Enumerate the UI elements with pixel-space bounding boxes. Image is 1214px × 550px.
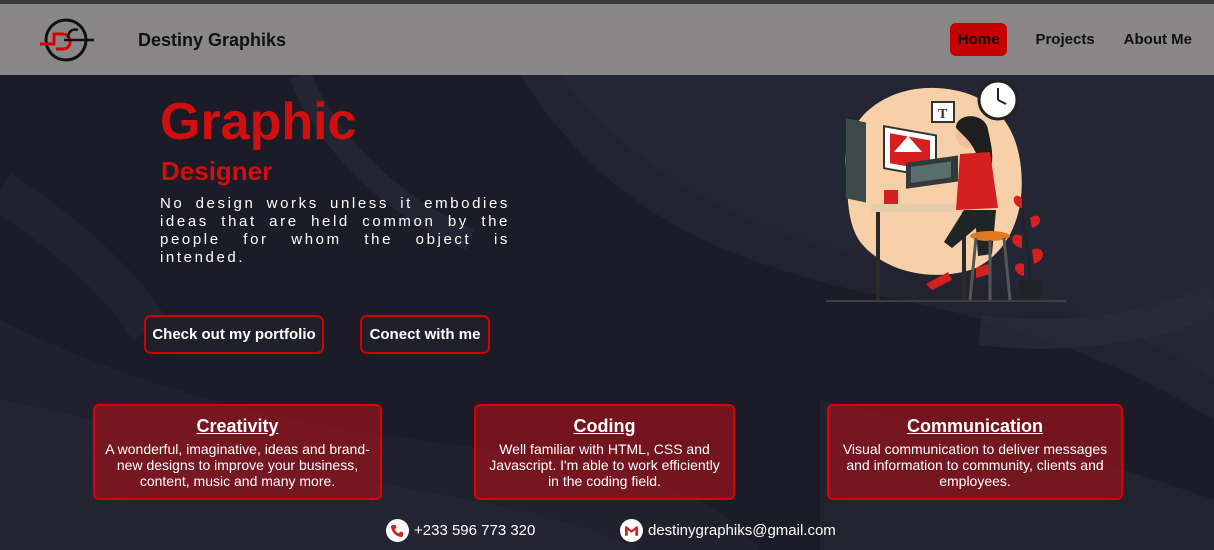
phone-icon: [386, 519, 409, 542]
phone-number: +233 596 773 320: [414, 522, 536, 539]
navbar: Destiny Graphiks Home Projects About Me: [0, 4, 1214, 75]
contact-email[interactable]: destinygraphiks@gmail.com: [620, 519, 836, 542]
dg-logo-icon[interactable]: [36, 16, 100, 64]
card-title: Creativity: [196, 416, 279, 436]
connect-button[interactable]: Conect with me: [360, 315, 490, 354]
card-text: Visual communication to deliver messages…: [842, 441, 1108, 489]
hero-quote: No design works unless it embodies ideas…: [160, 195, 510, 266]
card-title: Coding: [573, 416, 636, 436]
contact-phone[interactable]: +233 596 773 320: [386, 519, 535, 542]
card-text: A wonderful, imaginative, ideas and bran…: [105, 441, 370, 489]
hero-title: Graphic: [160, 93, 357, 151]
hero-subtitle: Designer: [161, 156, 273, 186]
portfolio-button[interactable]: Check out my portfolio: [144, 315, 324, 354]
nav-links: Home Projects About Me: [949, 23, 1200, 56]
designer-illustration: T: [826, 79, 1066, 302]
card-text: Well familiar with HTML, CSS and Javascr…: [489, 441, 720, 489]
nav-about-me[interactable]: About Me: [1116, 23, 1200, 56]
gmail-icon: [620, 519, 643, 542]
card-title: Communication: [906, 416, 1043, 436]
brand-name[interactable]: Destiny Graphiks: [138, 30, 286, 51]
svg-text:T: T: [938, 107, 948, 122]
card-communication: Communication Visual communication to de…: [827, 404, 1123, 500]
card-coding: Coding Well familiar with HTML, CSS and …: [474, 404, 735, 500]
email-address: destinygraphiks@gmail.com: [648, 522, 836, 539]
card-creativity: Creativity A wonderful, imaginative, ide…: [93, 404, 382, 500]
top-border: [0, 0, 1214, 4]
nav-projects[interactable]: Projects: [1027, 23, 1102, 56]
nav-home[interactable]: Home: [949, 23, 1008, 56]
